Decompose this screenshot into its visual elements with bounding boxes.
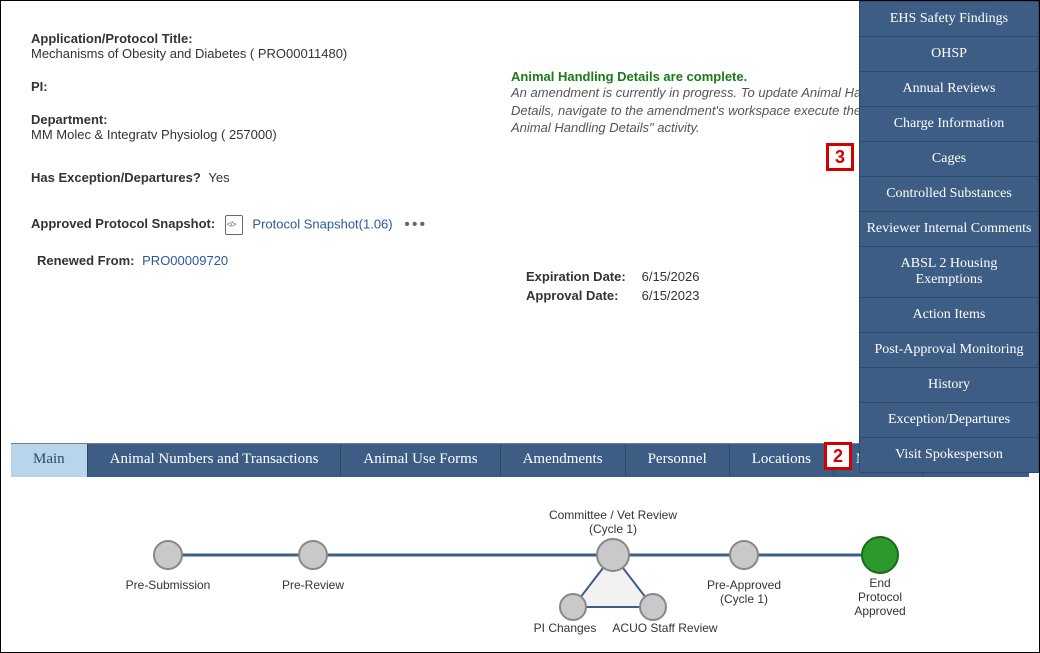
pi-label: PI: bbox=[31, 79, 48, 94]
more-actions-icon[interactable]: ••• bbox=[404, 216, 427, 234]
dd-item-history[interactable]: History bbox=[860, 368, 1038, 403]
exception-value: Yes bbox=[208, 170, 229, 185]
tab-amendments[interactable]: Amendments bbox=[501, 444, 626, 477]
dd-item-ehs-safety-findings[interactable]: EHS Safety Findings bbox=[860, 2, 1038, 37]
approval-date-value: 6/15/2023 bbox=[642, 288, 700, 303]
dd-item-visit-spokesperson[interactable]: Visit Spokesperson bbox=[860, 438, 1038, 472]
protocol-title-label: Application/Protocol Title: bbox=[31, 31, 511, 46]
callout-3: 3 bbox=[826, 143, 854, 171]
expiration-date-label: Expiration Date: bbox=[526, 269, 638, 284]
snapshot-label: Approved Protocol Snapshot: bbox=[31, 216, 215, 231]
dd-item-annual-reviews[interactable]: Annual Reviews bbox=[860, 72, 1038, 107]
svg-text:Pre-Submission: Pre-Submission bbox=[126, 578, 211, 592]
snapshot-link[interactable]: Protocol Snapshot(1.06) bbox=[252, 216, 392, 231]
svg-text:Pre-Approved: Pre-Approved bbox=[707, 578, 781, 592]
workflow-diagram: Pre-Submission Pre-Review Committee / Ve… bbox=[11, 477, 1029, 651]
svg-text:Protocol: Protocol bbox=[858, 590, 902, 604]
department-value: MM Molec & Integratv Physiolog ( 257000) bbox=[31, 127, 511, 142]
dd-item-reviewer-internal-comments[interactable]: Reviewer Internal Comments bbox=[860, 212, 1038, 247]
svg-text:Pre-Review: Pre-Review bbox=[282, 578, 344, 592]
svg-text:Approved: Approved bbox=[854, 604, 905, 618]
more-dropdown: EHS Safety Findings OHSP Annual Reviews … bbox=[859, 1, 1039, 473]
renewed-from-link[interactable]: PRO00009720 bbox=[142, 253, 228, 268]
svg-text:PI Changes: PI Changes bbox=[534, 621, 597, 635]
tab-main[interactable]: Main bbox=[11, 444, 88, 477]
svg-text:Committee / Vet Review: Committee / Vet Review bbox=[549, 508, 677, 522]
tab-animal-use-forms[interactable]: Animal Use Forms bbox=[341, 444, 500, 477]
svg-text:ACUO Staff Review: ACUO Staff Review bbox=[612, 621, 717, 635]
approval-date-label: Approval Date: bbox=[526, 288, 638, 303]
tab-locations[interactable]: Locations bbox=[730, 444, 834, 477]
dd-item-absl2-housing-exemptions[interactable]: ABSL 2 Housing Exemptions bbox=[860, 247, 1038, 298]
file-code-icon[interactable] bbox=[225, 215, 243, 235]
renewed-from-label: Renewed From: bbox=[37, 253, 135, 268]
dd-item-controlled-substances[interactable]: Controlled Substances bbox=[860, 177, 1038, 212]
dd-item-action-items[interactable]: Action Items bbox=[860, 298, 1038, 333]
tab-personnel[interactable]: Personnel bbox=[626, 444, 730, 477]
protocol-title-value: Mechanisms of Obesity and Diabetes ( PRO… bbox=[31, 46, 511, 61]
dd-item-charge-information[interactable]: Charge Information bbox=[860, 107, 1038, 142]
department-label: Department: bbox=[31, 112, 511, 127]
svg-text:(Cycle 1): (Cycle 1) bbox=[589, 522, 637, 536]
tab-animal-numbers[interactable]: Animal Numbers and Transactions bbox=[88, 444, 342, 477]
svg-text:End: End bbox=[869, 576, 890, 590]
callout-2: 2 bbox=[824, 442, 852, 470]
expiration-date-value: 6/15/2026 bbox=[642, 269, 700, 284]
dd-item-cages[interactable]: Cages bbox=[860, 142, 1038, 177]
svg-text:(Cycle 1): (Cycle 1) bbox=[720, 592, 768, 606]
dd-item-exception-departures[interactable]: Exception/Departures bbox=[860, 403, 1038, 438]
exception-label: Has Exception/Departures? bbox=[31, 170, 201, 185]
dd-item-post-approval-monitoring[interactable]: Post-Approval Monitoring bbox=[860, 333, 1038, 368]
dd-item-ohsp[interactable]: OHSP bbox=[860, 37, 1038, 72]
